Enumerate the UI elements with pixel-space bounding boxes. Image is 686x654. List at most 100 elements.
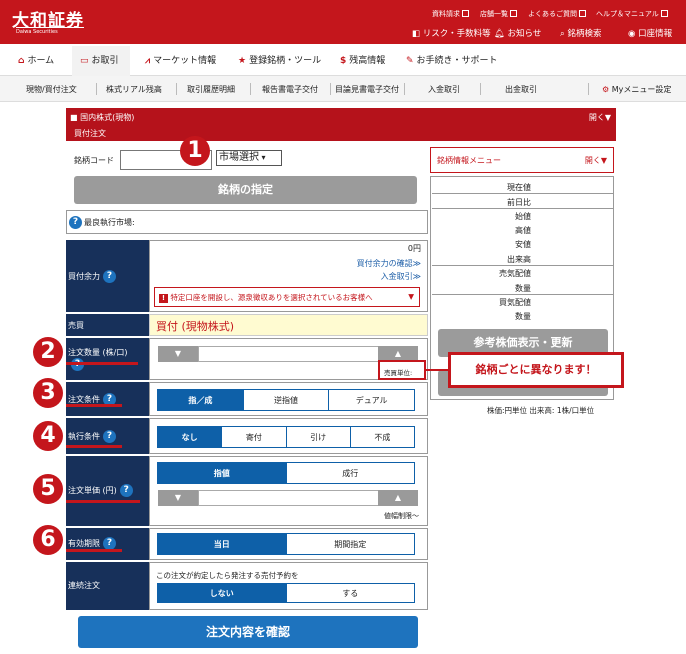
highlight-underline	[66, 362, 138, 365]
expiry-cell: 当日 期間指定	[149, 528, 428, 560]
price-increment-button[interactable]: ▲	[378, 490, 418, 506]
trade-unit-highlight: 売買単位:	[378, 360, 426, 380]
main-nav: ⌂ ホーム ▭ お取引 ⩘ マーケット情報 ★ 登録銘柄・ツール $ 残高情報 ✎ お手続き…	[0, 44, 686, 76]
confirm-order-button[interactable]: 注文内容を確認	[78, 616, 418, 648]
price-input[interactable]	[198, 490, 388, 506]
trade-value: 買付 (現物株式)	[149, 314, 428, 336]
ticker-code-label: 銘柄コード	[74, 156, 114, 165]
info-row-open: 始値	[515, 212, 531, 221]
step-number-2: 2	[33, 337, 63, 367]
yen-icon: $	[340, 56, 347, 66]
order-condition-option[interactable]: 逆指値	[242, 390, 329, 410]
panel-category: ■ 国内株式(現物)	[70, 113, 135, 122]
stock-info-menu[interactable]: 銘柄情報メニュー 開く▼	[430, 147, 614, 173]
best-market-label: ? 最良執行市場:	[69, 216, 135, 229]
exec-condition-option[interactable]: 不成	[349, 427, 414, 447]
continuous-label-cell: 連続注文	[66, 562, 149, 610]
continuous-label: 連続注文	[68, 581, 100, 590]
exec-condition-cell: なし 寄付 引け 不成	[149, 418, 428, 454]
deposit-link[interactable]: 入金取引≫	[381, 271, 421, 282]
nav-balance[interactable]: $ 残高情報	[340, 53, 385, 66]
link-risk-fees[interactable]: ◧ リスク・手数料等	[412, 27, 491, 39]
subnav-cash-buy-order[interactable]: 現物/買付注文	[26, 84, 77, 95]
bell-icon: 🔔︎	[494, 29, 508, 39]
best-market-row: ? 最良執行市場:	[66, 210, 428, 234]
chart-icon: ⩘	[145, 56, 151, 66]
sub-nav: 現物/買付注文 株式リアル残高 取引履歴明細 報告書電子交付 目論見書電子交付 …	[0, 76, 686, 102]
nav-procedures-support[interactable]: ✎ お手続き・サポート	[406, 53, 498, 66]
subnav-report-delivery[interactable]: 報告書電子交付	[262, 84, 318, 95]
help-icon[interactable]: ?	[103, 270, 116, 283]
subnav-history[interactable]: 取引履歴明細	[187, 84, 235, 95]
order-condition-label-cell: 注文条件?	[66, 382, 149, 416]
link-faq[interactable]: よくあるご質問	[528, 9, 586, 19]
buying-power-label-cell: 買付余力?	[66, 240, 149, 312]
subnav-divider	[480, 83, 481, 95]
order-condition-toggle: 指／成 逆指値 デュアル	[157, 389, 415, 411]
help-icon[interactable]: ?	[119, 484, 133, 497]
chevron-down-icon: ▼	[408, 292, 414, 301]
price-label: 注文単価 (円)?	[68, 484, 133, 497]
buying-power-check-link[interactable]: 買付余力の確認≫	[357, 258, 421, 269]
help-icon[interactable]: ?	[103, 430, 116, 443]
subnav-divider	[330, 83, 331, 95]
highlight-underline	[66, 500, 140, 503]
external-link-icon	[579, 10, 586, 17]
link-account-info[interactable]: ◉ 口座情報	[628, 27, 672, 39]
quantity-decrement-button[interactable]: ▼	[158, 346, 198, 362]
help-icon[interactable]: ?	[69, 216, 82, 229]
price-type-option[interactable]: 成行	[285, 463, 414, 483]
price-label-cell: 注文単価 (円)?	[66, 456, 149, 526]
continuous-option[interactable]: しない	[158, 584, 286, 602]
link-help[interactable]: ヘルプ＆マニュアル	[596, 9, 668, 19]
nav-trading[interactable]: ▭ お取引	[80, 53, 119, 66]
link-notices[interactable]: 🔔︎ お知らせ	[494, 27, 541, 39]
panel-subtitle: 買付注文	[74, 129, 106, 138]
info-row-volume: 出来高	[432, 254, 613, 266]
risk-icon: ◧	[412, 29, 423, 39]
market-select[interactable]: 市場選択 ▾	[216, 150, 282, 166]
exec-condition-option[interactable]: 引け	[285, 427, 350, 447]
stock-info-menu-label: 銘柄情報メニュー	[437, 156, 501, 165]
expiry-option[interactable]: 当日	[158, 534, 286, 554]
nav-registered-tools[interactable]: ★ 登録銘柄・ツール	[238, 53, 321, 66]
exec-condition-option[interactable]: なし	[158, 427, 222, 447]
quantity-label: 注文数量 (株/口)?	[68, 347, 127, 371]
nav-market-info[interactable]: ⩘ マーケット情報	[145, 53, 216, 66]
home-icon: ⌂	[18, 56, 25, 66]
order-condition-option[interactable]: 指／成	[158, 390, 243, 410]
subnav-my-menu[interactable]: ⚙ Myメニュー設定	[602, 84, 671, 95]
subnav-deposit[interactable]: 入金取引	[428, 84, 460, 95]
order-condition-cell: 指／成 逆指値 デュアル	[149, 382, 428, 416]
subnav-divider	[250, 83, 251, 95]
price-type-option[interactable]: 指値	[158, 463, 286, 483]
order-condition-option[interactable]: デュアル	[328, 390, 415, 410]
callout-connector	[426, 369, 448, 371]
specify-ticker-button[interactable]: 銘柄の指定	[74, 176, 417, 204]
info-row-change: 前日比	[432, 197, 613, 209]
subnav-divider	[176, 83, 177, 95]
continuous-toggle: しない する	[157, 583, 415, 603]
stock-info-open-toggle[interactable]: 開く▼	[585, 155, 607, 166]
buying-power-amount: 0円	[407, 244, 421, 253]
nav-home[interactable]: ⌂ ホーム	[18, 53, 54, 66]
quantity-input[interactable]	[198, 346, 388, 362]
tax-account-notice[interactable]: ! 特定口座を開設し、源泉徴収ありを選択されているお客様へ ▼	[154, 287, 420, 307]
subnav-prospectus-delivery[interactable]: 目論見書電子交付	[335, 84, 399, 95]
continuous-cell: この注文が約定したら発注する売付予約を しない する	[149, 562, 428, 610]
link-ticker-search[interactable]: ⌕ 銘柄検索	[560, 27, 601, 39]
pen-icon: ✎	[406, 56, 414, 66]
price-decrement-button[interactable]: ▼	[158, 490, 198, 506]
exec-condition-option[interactable]: 寄付	[221, 427, 286, 447]
exec-condition-toggle: なし 寄付 引け 不成	[157, 426, 415, 448]
continuous-option[interactable]: する	[285, 584, 414, 602]
expiry-option[interactable]: 期間指定	[285, 534, 414, 554]
link-request-docs[interactable]: 資料請求	[432, 9, 469, 19]
subnav-real-balance[interactable]: 株式リアル残高	[106, 84, 162, 95]
external-link-icon	[660, 10, 668, 17]
star-icon: ★	[238, 56, 247, 66]
link-branches[interactable]: 店舗一覧	[480, 9, 517, 19]
panel-open-toggle[interactable]: 開く▼	[589, 112, 611, 123]
subnav-withdrawal[interactable]: 出金取引	[505, 84, 537, 95]
trade-label: 売買	[68, 321, 84, 330]
